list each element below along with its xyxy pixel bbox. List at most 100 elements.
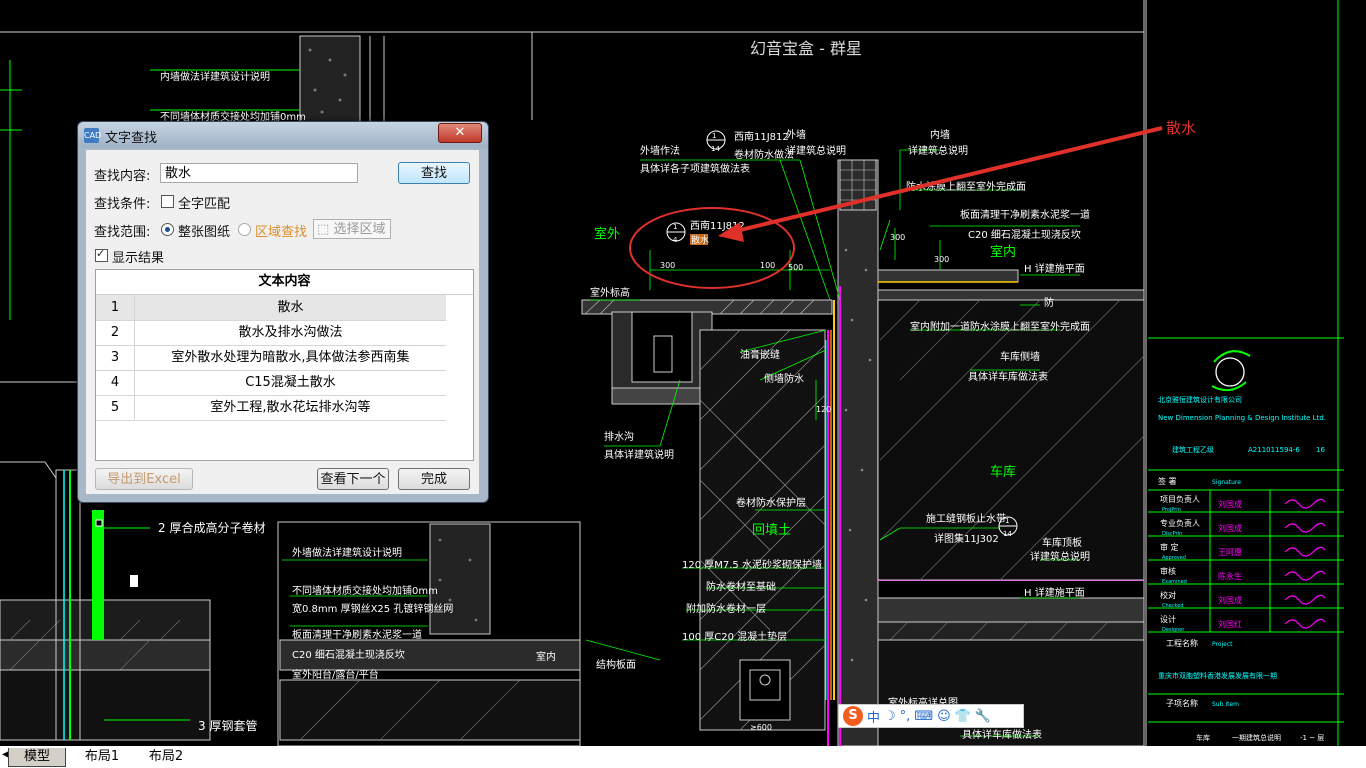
whole-word-checkbox[interactable]	[161, 195, 174, 208]
row-number: 3	[96, 345, 135, 370]
main-section-detail: 1 14 1 4 1 14	[581, 130, 1145, 747]
drawing-header-title: 幻音宝盒 - 群星	[750, 39, 862, 58]
lower-left-detail: 2 厚合成高分子卷材 3 厚钢套管	[0, 461, 265, 741]
select-area-button[interactable]: ⬚ 选择区域	[313, 219, 391, 239]
table-row[interactable]: 3 室外散水处理为暗散水,具体做法参西南集	[96, 345, 446, 371]
app-icon: CAD	[84, 128, 101, 143]
dialog-title: 文字查找	[105, 131, 158, 146]
svg-text:散水: 散水	[691, 234, 709, 246]
tab-layout2[interactable]: 布局2	[136, 748, 196, 766]
role-name: 刘国成	[1218, 595, 1242, 605]
title-block: 北京雅恒建筑设计有限公司 New Dimension Planning & De…	[1148, 0, 1344, 746]
signature-mark	[1284, 570, 1326, 581]
svg-text:室内: 室内	[536, 650, 556, 663]
svg-text:14: 14	[711, 145, 720, 153]
skin-icon[interactable]: 👕	[955, 709, 971, 724]
role-title: 校对	[1160, 590, 1176, 600]
sogou-logo-icon[interactable]: S	[843, 706, 863, 726]
scope-all-radio[interactable]	[161, 223, 174, 236]
row-number: 2	[96, 320, 135, 345]
condition-label: 查找条件:	[94, 197, 151, 212]
svg-text:≥600: ≥600	[750, 723, 772, 732]
svg-text:100 厚C20 混凝土垫层: 100 厚C20 混凝土垫层	[682, 630, 787, 643]
wrench-icon[interactable]: 🔧	[975, 709, 991, 724]
svg-text:子项名称: 子项名称	[1166, 698, 1198, 708]
tab-model[interactable]: 模型	[8, 748, 66, 767]
role-title-en: Approved	[1162, 555, 1186, 561]
svg-text:120: 120	[816, 405, 831, 414]
svg-text:不同墙体材质交接处均加铺0mm: 不同墙体材质交接处均加铺0mm	[292, 584, 438, 597]
dialog-titlebar[interactable]: CAD 文字查找 ✕	[78, 122, 488, 148]
export-excel-button[interactable]: 导出到Excel	[95, 468, 193, 490]
svg-text:300: 300	[890, 233, 905, 242]
svg-text:重庆市双胞塑料香港发展发展有限一期: 重庆市双胞塑料香港发展发展有限一期	[1158, 671, 1277, 680]
svg-text:Sub Item: Sub Item	[1212, 701, 1239, 708]
svg-text:具体详车库做法表: 具体详车库做法表	[968, 370, 1048, 383]
row-text: 室外散水处理为暗散水,具体做法参西南集	[171, 350, 410, 365]
moon-icon[interactable]: ☽	[884, 709, 896, 724]
table-row[interactable]: 4 C15混凝土散水	[96, 370, 446, 396]
ime-mode[interactable]: 中	[867, 707, 880, 726]
text-find-dialog: CAD 文字查找 ✕ 查找内容: 散水 查找 查找条件: 全字匹配 查找范围: …	[77, 121, 489, 503]
svg-text:详图集11J302: 详图集11J302	[934, 532, 999, 545]
find-button[interactable]: 查找	[398, 162, 470, 184]
role-title-en: Designer	[1162, 627, 1185, 633]
next-result-button[interactable]: 查看下一个	[317, 468, 389, 490]
role-title: 项目负责人	[1160, 494, 1200, 504]
signature-mark	[1284, 546, 1326, 557]
search-label: 查找内容:	[94, 169, 151, 184]
scope-area-label: 区域查找	[255, 225, 308, 240]
svg-text:4: 4	[673, 236, 678, 244]
svg-text:300: 300	[934, 255, 949, 264]
keyboard-icon[interactable]: ⌨	[914, 709, 933, 724]
role-name: 刘国成	[1218, 523, 1242, 533]
results-table-header: 文本内容	[96, 270, 473, 295]
annotation-arrow	[731, 126, 1163, 234]
user-icon[interactable]: ☺	[937, 709, 951, 724]
scope-label: 查找范围:	[94, 225, 151, 240]
role-title: 专业负责人	[1160, 518, 1200, 528]
tab-layout1[interactable]: 布局1	[72, 748, 132, 766]
role-title-en: Checked	[1162, 603, 1183, 609]
svg-text:Project: Project	[1212, 641, 1233, 648]
row-number: 1	[96, 295, 135, 320]
layout-tabs-bar: ◀ 模型 布局1 布局2	[0, 746, 1366, 768]
svg-text:签 署: 签 署	[1158, 476, 1177, 486]
svg-text:详建筑总说明: 详建筑总说明	[1030, 550, 1090, 563]
results-table: 文本内容 1 散水 2 散水及排水沟做法 3 室外散水处理为暗散水,具体做法参西南集 4 C1…	[95, 269, 474, 461]
svg-text:工程名称: 工程名称	[1166, 638, 1198, 648]
svg-text:室外: 室外	[594, 226, 620, 242]
svg-text:H 详建施平面: H 详建施平面	[1024, 586, 1085, 599]
punctuation-icon[interactable]: °,	[900, 709, 911, 724]
svg-text:卷材防水保护层: 卷材防水保护层	[736, 496, 806, 509]
role-title: 审核	[1160, 566, 1176, 576]
svg-text:室外标高: 室外标高	[590, 286, 630, 299]
scope-area-radio[interactable]	[238, 223, 251, 236]
svg-text:外墙: 外墙	[786, 128, 806, 141]
svg-text:车库: 车库	[990, 464, 1016, 480]
search-input[interactable]: 散水	[160, 163, 358, 183]
table-row[interactable]: 1 散水	[96, 295, 446, 321]
svg-text:详建筑总说明: 详建筑总说明	[786, 144, 846, 157]
scope-all-label: 整张图纸	[178, 225, 231, 240]
row-text: C15混凝土散水	[245, 375, 336, 390]
show-results-label: 显示结果	[112, 251, 165, 266]
role-title-en: Examined	[1162, 579, 1187, 585]
svg-text:C20 细石混凝土现浇反坎: C20 细石混凝土现浇反坎	[968, 228, 1081, 241]
svg-text:北京雅恒建筑设计有限公司: 北京雅恒建筑设计有限公司	[1158, 395, 1242, 404]
ime-toolbar[interactable]: S 中 ☽ °, ⌨ ☺ 👕 🔧	[838, 704, 1024, 728]
close-button[interactable]: ✕	[438, 123, 482, 143]
svg-text:施工缝钢板止水带: 施工缝钢板止水带	[926, 512, 1006, 525]
signature-mark	[1284, 522, 1326, 533]
table-row[interactable]: 5 室外工程,散水花坛排水沟等	[96, 395, 446, 421]
svg-text:西南11J812: 西南11J812	[734, 130, 789, 143]
annotation-label: 散水	[1166, 119, 1196, 137]
svg-text:C20 细石混凝土现浇反坎: C20 细石混凝土现浇反坎	[292, 648, 405, 661]
svg-text:防: 防	[1044, 296, 1054, 309]
table-row[interactable]: 2 散水及排水沟做法	[96, 320, 446, 346]
role-name: 刘国成	[1218, 499, 1242, 509]
annotation-ellipse	[629, 207, 795, 289]
done-button[interactable]: 完成	[398, 468, 470, 490]
svg-text:内墙做法详建筑设计说明: 内墙做法详建筑设计说明	[160, 70, 270, 83]
show-results-checkbox[interactable]	[95, 247, 108, 262]
